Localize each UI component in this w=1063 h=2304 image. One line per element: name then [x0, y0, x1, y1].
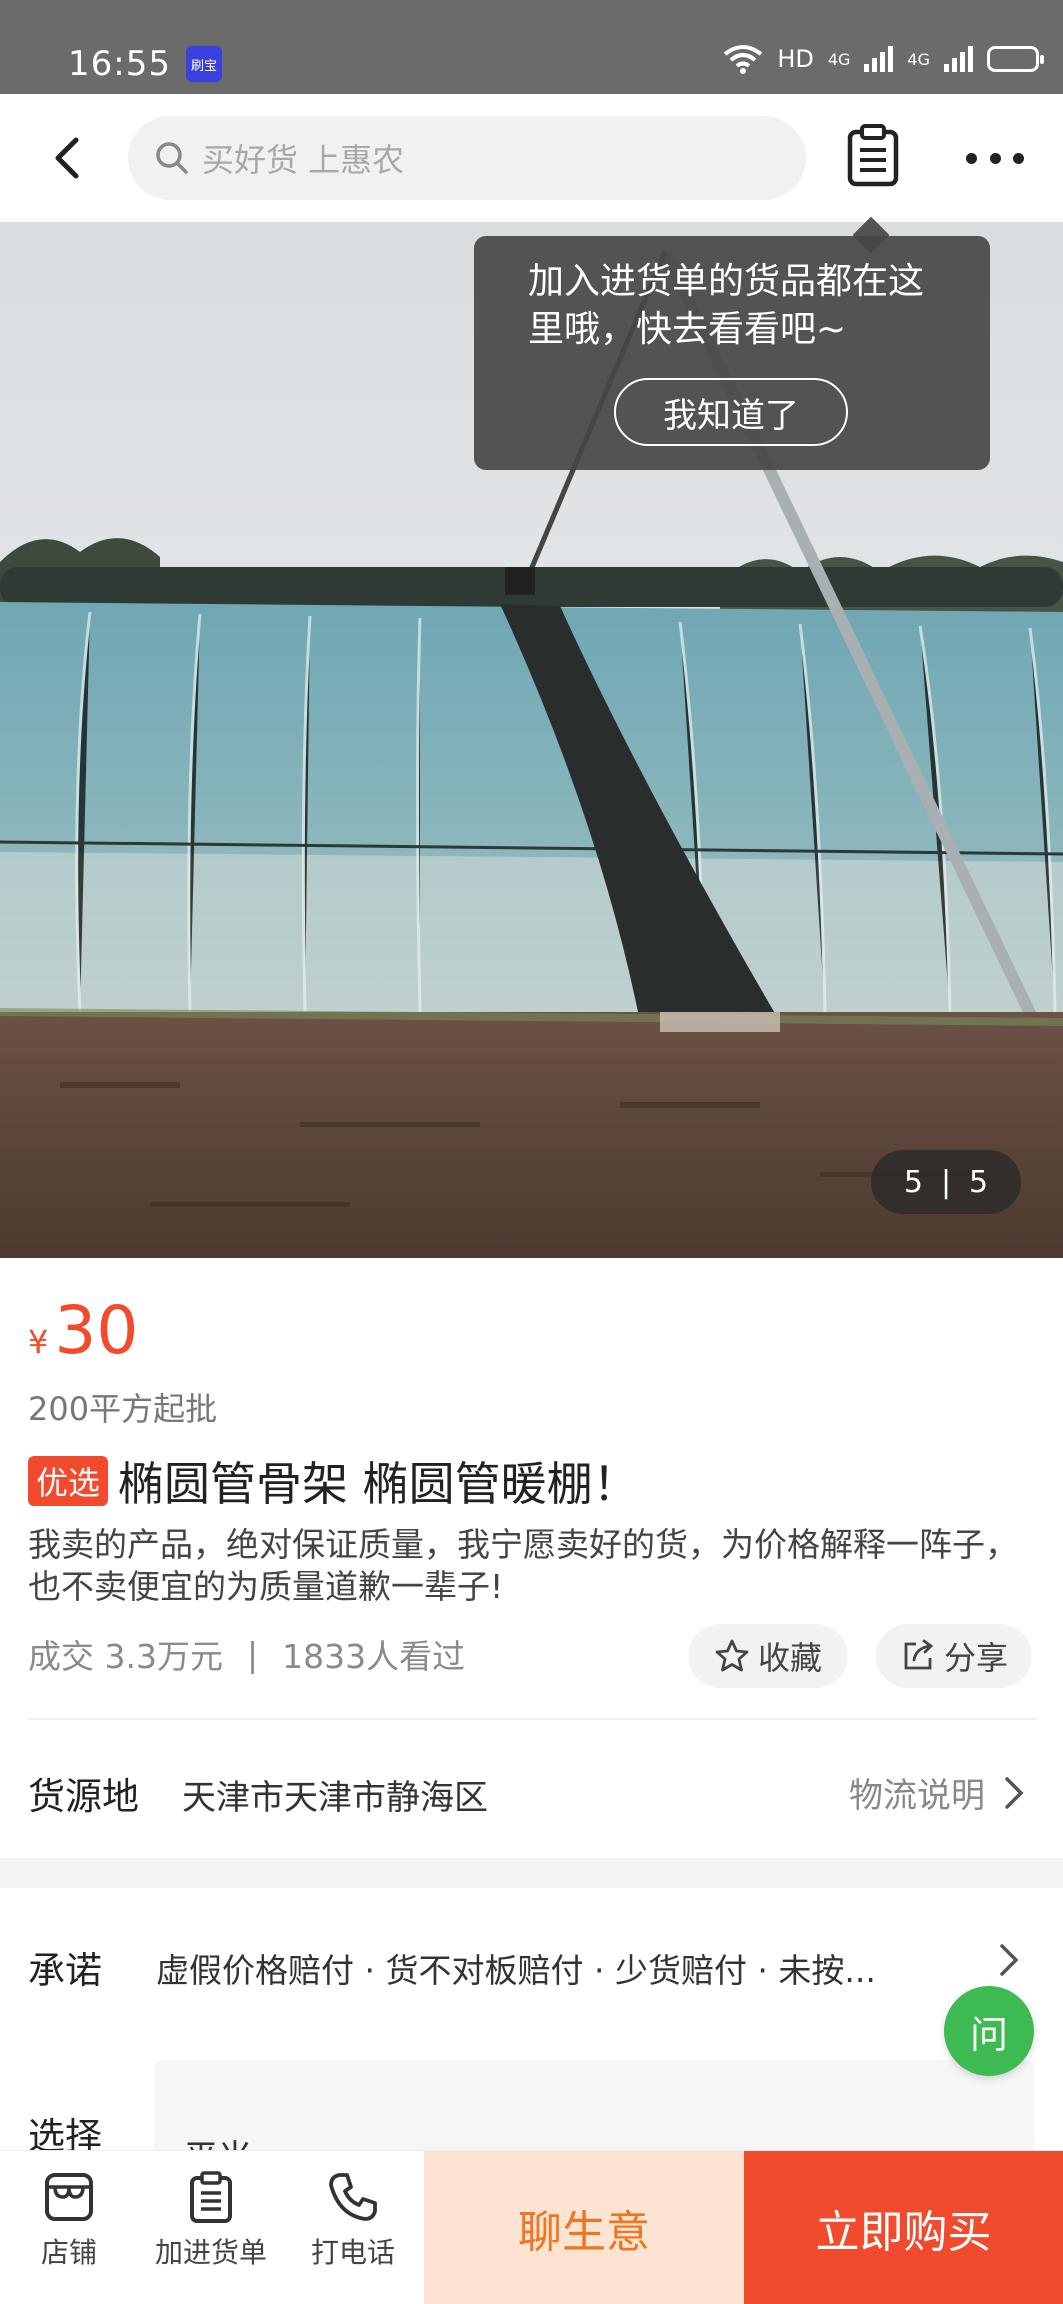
star-icon: [715, 1639, 749, 1672]
dot-icon: [966, 152, 977, 164]
view-count: 1833人看过: [282, 1637, 466, 1676]
sales-amount: 成交 3.3万元: [28, 1637, 223, 1676]
promise-label: 承诺: [28, 1949, 102, 1992]
order-list-tooltip: 加入进货单的货品都在这里哦，快去看看吧~ 我知道了: [474, 236, 990, 470]
minimum-order: 200平方起批: [28, 1390, 218, 1428]
clipboard-icon: [190, 2171, 232, 2223]
divider: [28, 1718, 1038, 1720]
logistics-info-link[interactable]: 物流说明: [849, 1768, 1027, 1817]
origin-label: 货源地: [28, 1775, 139, 1818]
top-nav-bar: 买好货 上惠农: [0, 94, 1063, 222]
promise-value[interactable]: 虚假价格赔付 · 货不对板赔付 · 少货赔付 · 未按...: [156, 1944, 876, 1992]
chevron-right-icon: [1005, 1776, 1024, 1809]
call-label: 打电话: [310, 2236, 395, 2269]
clipboard-icon: [847, 124, 899, 187]
dot-icon: [989, 152, 1001, 164]
status-bar: 16:55 刷宝 HD 4G 4G: [0, 0, 1063, 94]
add-to-list-button[interactable]: 加进货单: [146, 2169, 276, 2271]
product-stats: 成交 3.3万元 | 1833人看过: [28, 1630, 465, 1678]
more-options-button[interactable]: [960, 128, 1030, 188]
favorite-button[interactable]: 收藏: [688, 1624, 848, 1688]
call-button[interactable]: 打电话: [288, 2169, 418, 2271]
share-label: 分享: [943, 1639, 1008, 1677]
product-title: 椭圆管骨架 椭圆管暖棚！: [118, 1457, 639, 1511]
share-icon: [904, 1639, 934, 1670]
promise-more-button[interactable]: [998, 1940, 1022, 1984]
hd-indicator: HD: [777, 45, 814, 73]
price-value: 30: [54, 1292, 139, 1369]
order-list-button[interactable]: [840, 122, 906, 188]
product-description: 我卖的产品，绝对保证质量，我宁愿卖好的货，为价格解释一阵子，也不卖便宜的为质量道…: [28, 1525, 1018, 1606]
image-counter-divider: |: [940, 1164, 952, 1200]
featured-badge: 优选: [28, 1456, 109, 1506]
search-icon: [156, 142, 188, 174]
back-button[interactable]: [40, 128, 100, 188]
origin-value: 天津市天津市静海区: [182, 1778, 488, 1818]
status-time: 16:55: [68, 44, 171, 84]
signal-bars-icon: [864, 46, 894, 72]
stats-separator: |: [246, 1634, 259, 1674]
chevron-left-icon: [55, 137, 79, 179]
product-detail-page: 16:55 刷宝 HD 4G 4G 买好货 上惠农 5 | 5 加入进货单的货品…: [0, 0, 1063, 2304]
logistics-label: 物流说明: [849, 1776, 985, 1816]
add-to-list-label: 加进货单: [154, 2236, 267, 2269]
app-notification-icon: 刷宝: [186, 46, 222, 82]
ask-question-button[interactable]: 问: [944, 1986, 1034, 2076]
bottom-action-bar: 店铺 加进货单 打电话 聊生意 立即购买: [0, 2150, 1063, 2304]
signal-bars-icon-2: [944, 46, 973, 72]
battery-icon: [987, 46, 1044, 72]
wifi-icon: [724, 45, 763, 74]
chat-button[interactable]: 聊生意: [424, 2151, 744, 2304]
tooltip-text: 加入进货单的货品都在这里哦，快去看看吧~: [528, 261, 925, 350]
share-button[interactable]: 分享: [876, 1624, 1032, 1688]
shop-label: 店铺: [40, 2236, 97, 2269]
tooltip-dismiss-button[interactable]: 我知道了: [614, 378, 848, 446]
price-currency: ¥: [28, 1323, 49, 1361]
dot-icon: [1013, 152, 1024, 164]
signal-label-1: 4G: [827, 49, 851, 69]
signal-label-2: 4G: [907, 49, 930, 69]
section-gap: [0, 1858, 1063, 1888]
status-indicators: HD 4G 4G: [723, 44, 1044, 74]
image-counter: 5 | 5: [871, 1150, 1021, 1214]
product-title-row: 优选 椭圆管骨架 椭圆管暖棚！: [28, 1448, 639, 1514]
search-placeholder: 买好货 上惠农: [202, 141, 405, 179]
image-counter-total: 5: [969, 1164, 989, 1200]
favorite-label: 收藏: [757, 1639, 822, 1677]
image-counter-current: 5: [903, 1164, 923, 1200]
price: ¥ 30: [28, 1298, 138, 1364]
shop-button[interactable]: 店铺: [4, 2169, 134, 2271]
phone-icon: [329, 2173, 377, 2221]
search-input[interactable]: 买好货 上惠农: [128, 116, 806, 200]
chevron-right-icon: [1000, 1944, 1019, 1976]
buy-now-button[interactable]: 立即购买: [744, 2151, 1063, 2304]
shop-icon: [45, 2173, 93, 2221]
